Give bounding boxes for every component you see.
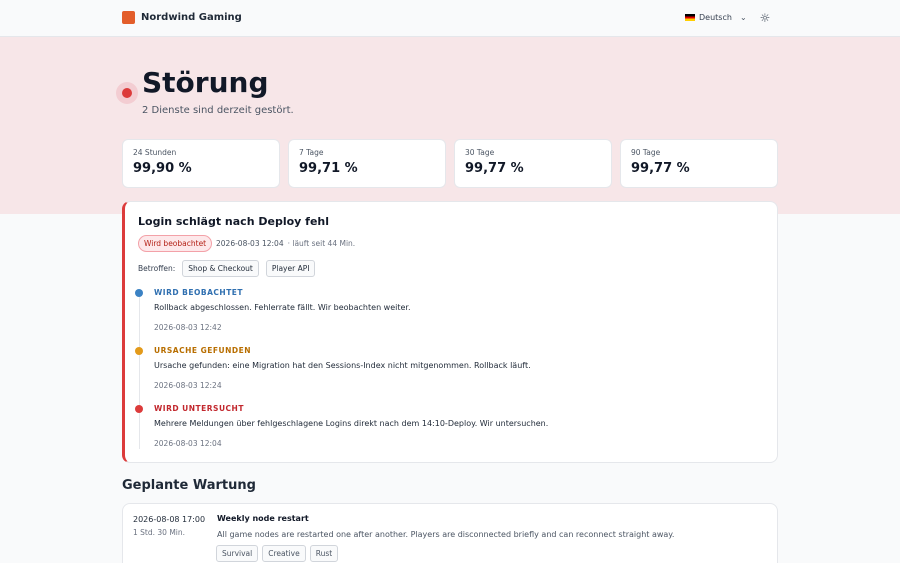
page-subtitle: 2 Dienste sind derzeit gestört. [142,105,294,116]
chevron-down-icon: ⌄ [739,13,747,22]
maintenance-tag: Survival [216,545,259,562]
update-time: 2026-08-03 12:04 [154,439,222,448]
maintenance-duration: 1 Std. 30 Min. [133,528,186,537]
top-navigation: Nordwind Gaming Deutsch ⌄ ☼ [0,0,900,37]
incident-duration: · läuft seit 44 Min. [287,239,356,248]
uptime-value: 99,77 % [631,161,690,176]
page-title: Störung [142,66,269,99]
uptime-card: 30 Tage 99,77 % [454,139,612,188]
brand-logo [122,11,135,24]
affected-service-chip: Player API [265,260,316,277]
uptime-card: 7 Tage 99,71 % [288,139,446,188]
update-status: WIRD BEOBACHTET [154,288,244,297]
language-selector[interactable]: Deutsch ⌄ [685,13,747,22]
incident-meta: 2026-08-03 12:04 · läuft seit 44 Min. [216,239,355,248]
maintenance-heading: Geplante Wartung [122,478,256,493]
status-indicator [116,82,138,104]
update-text: Mehrere Meldungen über fehlgeschlagene L… [154,419,549,428]
incident-card: Login schlägt nach Deploy fehl Wird beob… [122,201,778,463]
brand-name: Nordwind Gaming [141,12,242,23]
uptime-card: 24 Stunden 99,90 % [122,139,280,188]
affected-services: Betroffen: Shop & Checkout Player API [138,260,316,277]
maintenance-tag: Rust [309,545,339,562]
update-time: 2026-08-03 12:24 [154,381,222,390]
maintenance-card: 2026-08-08 17:00 1 Std. 30 Min. Weekly n… [122,503,778,563]
language-label: Deutsch [699,13,732,22]
uptime-label: 30 Tage [465,148,495,157]
brand[interactable]: Nordwind Gaming [122,11,242,24]
update-dot [135,405,143,413]
uptime-card: 90 Tage 99,77 % [620,139,778,188]
de-flag-icon [685,14,695,21]
uptime-value: 99,71 % [299,161,358,176]
sun-icon[interactable]: ☼ [758,11,772,25]
update-status: URSACHE GEFUNDEN [154,346,251,355]
maintenance-title: Weekly node restart [217,514,309,523]
maintenance-tag: Creative [262,545,306,562]
uptime-value: 99,90 % [133,161,192,176]
status-dot [122,88,132,98]
maintenance-date: 2026-08-08 17:00 [133,515,206,524]
uptime-label: 24 Stunden [133,148,177,157]
update-dot [135,289,143,297]
uptime-label: 7 Tage [299,148,324,157]
update-time: 2026-08-03 12:42 [154,323,222,332]
maintenance-description: All game nodes are restarted one after a… [217,530,675,539]
update-status: WIRD UNTERSUCHT [154,404,244,413]
uptime-value: 99,77 % [465,161,524,176]
update-text: Ursache gefunden: eine Migration hat den… [154,361,531,370]
maintenance-tags: Survival Creative Rust [216,545,339,562]
update-dot [135,347,143,355]
affected-service-chip: Shop & Checkout [182,260,259,277]
incident-title[interactable]: Login schlägt nach Deploy fehl [138,215,329,228]
timeline-line [139,292,140,449]
affected-label: Betroffen: [138,264,176,273]
uptime-label: 90 Tage [631,148,661,157]
incident-start-time: 2026-08-03 12:04 [216,239,284,248]
status-badge: Wird beobachtet [138,235,213,252]
update-text: Rollback abgeschlossen. Fehlerrate fällt… [154,303,411,312]
uptime-stats: 24 Stunden 99,90 % 7 Tage 99,71 % 30 Tag… [122,139,778,188]
